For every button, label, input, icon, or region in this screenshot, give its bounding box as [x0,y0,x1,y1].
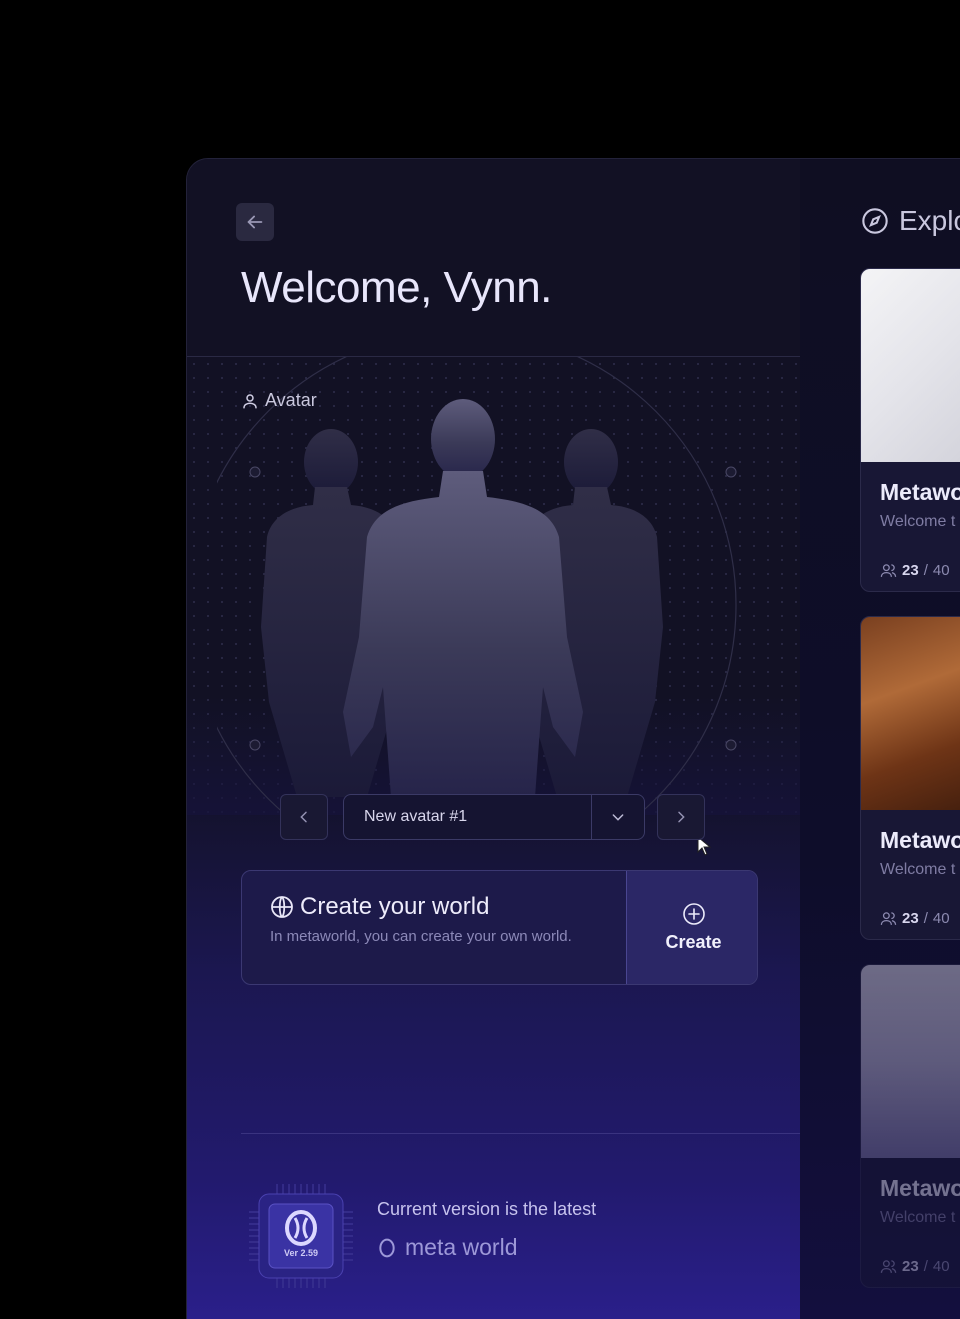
player-current: 23 [902,562,919,579]
create-world-title: Create your world [270,893,590,921]
orbit-dot [249,466,261,478]
world-title: Metawo [880,479,960,505]
avatar-select[interactable]: New avatar #1 [343,794,645,840]
world-card[interactable]: Metawo Welcome t 23 / 40 [860,964,960,1288]
version-chip: Ver 2.59 [249,1184,353,1293]
world-description: Welcome t [880,861,956,878]
create-button[interactable]: Create [626,871,757,984]
world-player-count: 23 / 40 [880,1258,950,1275]
plus-circle-icon [682,903,705,925]
world-player-count: 23 / 40 [880,562,950,579]
chevron-right-icon [678,811,685,823]
slash: / [923,1258,928,1275]
meta-world-logo-icon [379,1238,395,1257]
world-card[interactable]: Metawo Welcome t 23 / 40 [860,616,960,940]
user-icon [243,393,257,408]
avatar-figures [217,357,737,815]
previous-avatar-button[interactable] [280,794,328,840]
version-status: Current version is the latest [377,1199,597,1219]
orbit-dot [725,739,737,751]
player-current: 23 [902,1258,919,1275]
player-max: 40 [932,562,950,579]
world-thumbnail [861,269,960,462]
divider [241,1133,801,1134]
world-title: Metawo [880,827,960,853]
explore-title: Explo [899,205,960,236]
create-world-title-text: Create your world [300,893,490,920]
globe-icon [271,896,293,918]
create-world-card: Create your world In metaworld, you can … [241,870,758,985]
player-max: 40 [932,1258,950,1275]
world-player-count: 23 / 40 [880,910,950,927]
avatar-select-value: New avatar #1 [364,808,468,825]
world-card[interactable]: Metawo Welcome t 23 / 40 [860,268,960,592]
world-description: Welcome t [880,513,956,530]
slash: / [923,910,928,927]
world-thumbnail [861,617,960,810]
arrow-left-icon [247,215,263,229]
next-avatar-button[interactable] [657,794,705,840]
orbit-dot [725,466,737,478]
brand-name: meta world [405,1234,518,1260]
explore-panel: Explo Metawo Welcome t 23 / 40 Metawo We… [800,159,960,1319]
left-panel: Welcome, Vynn. Avatar New avatar #1 Crea… [187,159,801,1319]
users-icon [880,564,897,577]
users-icon [880,912,897,925]
back-button[interactable] [236,203,274,241]
orbit-dot [249,739,261,751]
world-title: Metawo [880,1175,960,1201]
version-info: Current version is the latest meta world [377,1199,596,1261]
player-current: 23 [902,910,919,927]
slash: / [923,562,928,579]
app-window: Welcome, Vynn. Avatar New avatar #1 Crea… [186,158,960,1319]
brand: meta world [377,1234,596,1261]
explore-header: Explo [861,205,960,237]
avatar-select-toggle[interactable] [591,795,644,839]
avatar-section-label: Avatar [241,390,317,411]
version-chip-label: Ver 2.59 [283,1248,319,1258]
users-icon [880,1260,897,1273]
player-max: 40 [932,910,950,927]
world-thumbnail [861,965,960,1158]
world-description: Welcome t [880,1209,956,1226]
chevron-down-icon [612,814,624,821]
page-title: Welcome, Vynn. [241,263,552,312]
chip-icon [249,1184,353,1288]
avatar-label-text: Avatar [265,390,317,410]
create-button-label: Create [665,932,722,952]
create-world-description: In metaworld, you can create your own wo… [270,928,572,945]
chevron-left-icon [300,811,307,823]
compass-icon [862,208,888,234]
create-world-info: Create your world In metaworld, you can … [270,893,590,945]
